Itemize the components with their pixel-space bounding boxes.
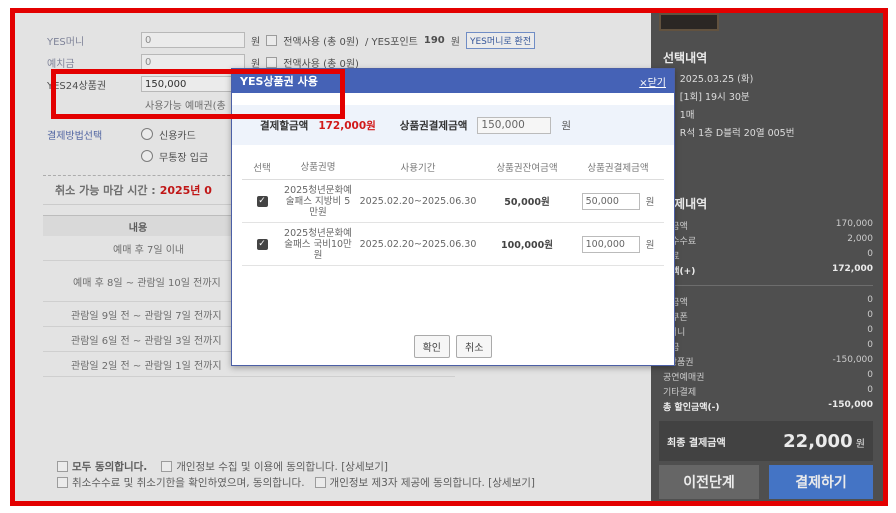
- gift-name: 2025청년문화예술패스 지방비 5만원: [284, 184, 352, 218]
- highlight-box: [51, 69, 345, 119]
- col-period: 사용기간: [400, 163, 436, 174]
- table-header: 선택 상품권명 사용기간 상품권잔여금액 상품권결제금액: [242, 155, 664, 180]
- table-row: ✓ 2025청년문화예술패스 국비10만원 2025.02.20~2025.06…: [242, 223, 664, 266]
- confirm-button[interactable]: 확인: [413, 335, 450, 358]
- gift-name: 2025청년문화예술패스 국비10만원: [284, 227, 352, 261]
- table-row: ✓ 2025청년문화예술패스 지방비 5만원 2025.02.20~2025.0…: [242, 180, 664, 223]
- gift-amount-input[interactable]: 100,000: [581, 235, 640, 253]
- col-select: 선택: [253, 163, 271, 174]
- gift-balance: 50,000원: [504, 197, 550, 208]
- modal-close-button[interactable]: ×닫기: [639, 74, 666, 89]
- gift-amount-unit: 원: [645, 240, 655, 251]
- gift-pay-label: 상품권결제금액: [399, 119, 468, 132]
- gift-amount-input[interactable]: 50,000: [581, 192, 640, 210]
- gift-period: 2025.02.20~2025.06.30: [359, 238, 477, 250]
- gift-card-table: 선택 상품권명 사용기간 상품권잔여금액 상품권결제금액 ✓ 2025청년문화예…: [242, 155, 664, 266]
- page-frame: YES머니 0 원 전액사용 (총 0원) / YES포인트 190 원 YES…: [10, 8, 888, 506]
- col-name: 상품권명: [300, 161, 336, 173]
- modal-buttons: 확인 취소: [232, 335, 674, 358]
- gift-amount-unit: 원: [645, 197, 655, 208]
- cancel-button[interactable]: 취소: [456, 335, 493, 358]
- gift-period: 2025.02.20~2025.06.30: [359, 195, 477, 207]
- row-checkbox[interactable]: ✓: [256, 196, 268, 207]
- gift-pay-unit: 원: [561, 119, 572, 132]
- pay-amount-value: 172,000원: [318, 119, 376, 132]
- col-amount: 상품권결제금액: [587, 163, 649, 174]
- gift-pay-input[interactable]: 150,000: [477, 116, 552, 134]
- col-balance: 상품권잔여금액: [496, 163, 558, 174]
- row-checkbox[interactable]: ✓: [256, 239, 268, 250]
- pay-amount-label: 결제할금액: [260, 119, 309, 132]
- gift-balance: 100,000원: [500, 240, 553, 251]
